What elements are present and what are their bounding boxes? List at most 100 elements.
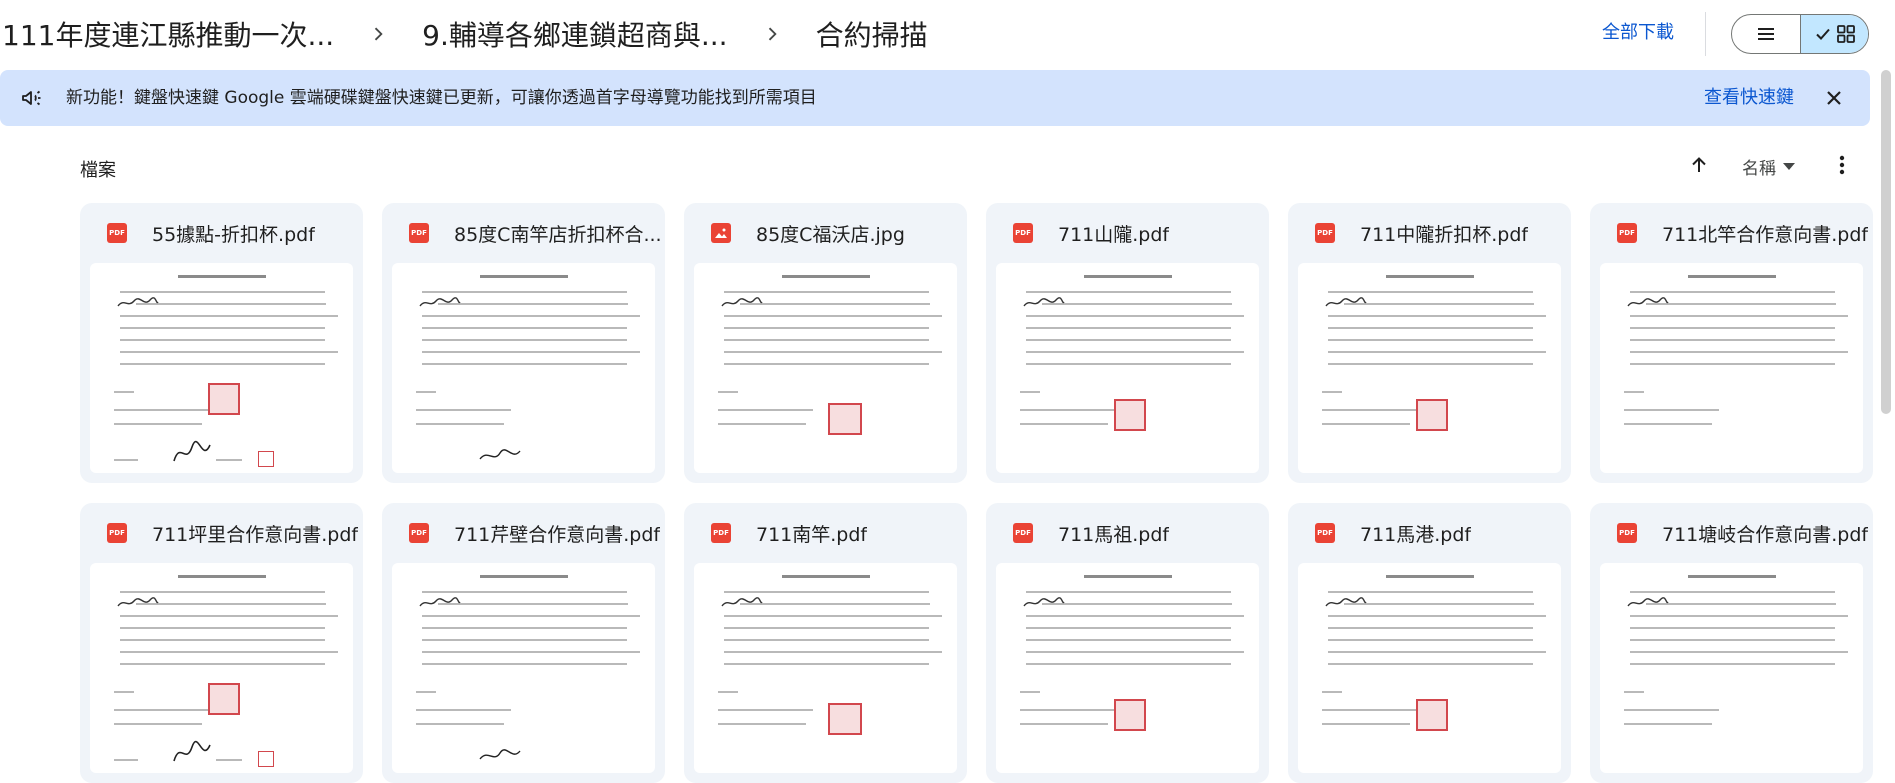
close-icon[interactable] [1822,86,1846,110]
header-divider [1705,12,1706,56]
pdf-icon: PDF [1617,223,1637,243]
file-card[interactable]: PDF 711芹壁合作意向書.pdf [382,503,665,783]
file-card[interactable]: PDF 711塘岐合作意向書.pdf [1590,503,1873,783]
view-toggle [1731,14,1869,54]
caret-down-icon [1783,163,1795,170]
pdf-badge-text: PDF [1619,229,1635,237]
pdf-icon: PDF [409,523,429,543]
file-thumbnail [392,263,655,473]
pdf-badge-text: PDF [411,529,427,537]
download-all-button[interactable]: 全部下載 [1602,16,1674,50]
file-card-header: PDF 711中隴折扣杯.pdf [1288,203,1571,263]
file-name: 711南竿.pdf [756,523,868,546]
file-card[interactable]: PDF 711馬祖.pdf [986,503,1269,783]
file-thumbnail [1298,563,1561,773]
breadcrumb-item-root[interactable]: 111年度連江縣推動一次... [0,14,336,54]
grid-view-icon [1836,25,1855,43]
file-name: 711塘岐合作意向書.pdf [1662,523,1869,546]
file-card-header: PDF 711塘岐合作意向書.pdf [1590,503,1873,563]
pdf-icon: PDF [1315,223,1335,243]
file-card-header: PDF 711芹壁合作意向書.pdf [382,503,665,563]
breadcrumb: 111年度連江縣推動一次... 9.輔導各鄉連鎖超商與... 合約掃描 [0,10,930,58]
pdf-badge-text: PDF [1619,529,1635,537]
sort-label: 名稱 [1742,158,1776,179]
pdf-badge-text: PDF [411,229,427,237]
sort-by-name-button[interactable]: 名稱 [1742,152,1796,180]
file-card-header: PDF 85度C南竿店折扣杯合... [382,203,665,263]
file-card-header: PDF 711馬港.pdf [1288,503,1571,563]
banner-message: 新功能！鍵盤快速鍵 Google 雲端硬碟鍵盤快速鍵已更新，可讓你透過首字母導覽… [66,88,817,108]
pdf-icon: PDF [1617,523,1637,543]
more-vertical-icon [1839,155,1845,175]
file-card[interactable]: PDF 55據點-折扣杯.pdf [80,203,363,483]
pdf-badge-text: PDF [109,529,125,537]
pdf-badge-text: PDF [1317,529,1333,537]
file-thumbnail [392,563,655,773]
file-thumbnail [1298,263,1561,473]
file-thumbnail [996,563,1259,773]
file-name: 85度C南竿店折扣杯合... [454,223,662,246]
file-thumbnail [694,263,957,473]
file-card[interactable]: PDF 711中隴折扣杯.pdf [1288,203,1571,483]
image-icon [711,223,731,243]
file-card[interactable]: PDF 711南竿.pdf [684,503,967,783]
file-name: 711馬港.pdf [1360,523,1472,546]
pdf-icon: PDF [1013,523,1033,543]
breadcrumb-item-current[interactable]: 合約掃描 [814,14,930,54]
file-card-header: PDF 711南竿.pdf [684,503,967,563]
file-name: 711坪里合作意向書.pdf [152,523,359,546]
pdf-icon: PDF [711,523,731,543]
file-card-header: PDF 55據點-折扣杯.pdf [80,203,363,263]
file-card[interactable]: PDF 711山隴.pdf [986,203,1269,483]
more-options-button[interactable] [1832,151,1852,179]
checkmark-icon [1815,28,1830,40]
pdf-icon: PDF [1013,223,1033,243]
arrow-up-icon [1692,157,1706,172]
file-name: 85度C福沃店.jpg [756,223,905,246]
pdf-badge-text: PDF [109,229,125,237]
file-card[interactable]: 85度C福沃店.jpg [684,203,967,483]
file-card[interactable]: PDF 711北竿合作意向書.pdf [1590,203,1873,483]
file-thumbnail [90,263,353,473]
file-card-header: PDF 711馬祖.pdf [986,503,1269,563]
pdf-icon: PDF [409,223,429,243]
file-card[interactable]: PDF 711坪里合作意向書.pdf [80,503,363,783]
grid-view-button[interactable] [1800,15,1868,53]
whats-new-banner: 新功能！鍵盤快速鍵 Google 雲端硬碟鍵盤快速鍵已更新，可讓你透過首字母導覽… [0,70,1870,126]
pdf-badge-text: PDF [1015,229,1031,237]
file-grid: PDF 55據點-折扣杯.pdf PDF 85度C南竿店折扣杯合... 85度C福沃店.… [80,203,1873,783]
file-name: 55據點-折扣杯.pdf [152,223,315,246]
breadcrumb-item-folder[interactable]: 9.輔導各鄉連鎖超商與... [420,14,729,54]
file-name: 711芹壁合作意向書.pdf [454,523,661,546]
file-name: 711中隴折扣杯.pdf [1360,223,1529,246]
file-card-header: PDF 711坪里合作意向書.pdf [80,503,363,563]
megaphone-icon [22,90,41,106]
pdf-badge-text: PDF [1317,229,1333,237]
pdf-badge-text: PDF [713,529,729,537]
pdf-icon: PDF [107,223,127,243]
pdf-badge-text: PDF [1015,529,1031,537]
file-card-header: 85度C福沃店.jpg [684,203,967,263]
file-card-header: PDF 711山隴.pdf [986,203,1269,263]
chevron-right-icon [730,10,814,58]
files-section-label: 檔案 [80,160,116,181]
file-thumbnail [90,563,353,773]
file-name: 711山隴.pdf [1058,223,1170,246]
file-name: 711馬祖.pdf [1058,523,1170,546]
file-thumbnail [1600,263,1863,473]
file-card[interactable]: PDF 85度C南竿店折扣杯合... [382,203,665,483]
view-shortcuts-link[interactable]: 查看快速鍵 [1704,70,1794,126]
file-card[interactable]: PDF 711馬港.pdf [1288,503,1571,783]
file-thumbnail [694,563,957,773]
file-card-header: PDF 711北竿合作意向書.pdf [1590,203,1873,263]
list-view-icon [1758,28,1774,40]
chevron-right-icon [336,10,420,58]
file-thumbnail [1600,563,1863,773]
file-name: 711北竿合作意向書.pdf [1662,223,1869,246]
page-scrollbar[interactable] [1881,70,1891,414]
file-thumbnail [996,263,1259,473]
sort-direction-button[interactable] [1685,151,1713,179]
list-view-button[interactable] [1732,15,1800,53]
pdf-icon: PDF [1315,523,1335,543]
pdf-icon: PDF [107,523,127,543]
